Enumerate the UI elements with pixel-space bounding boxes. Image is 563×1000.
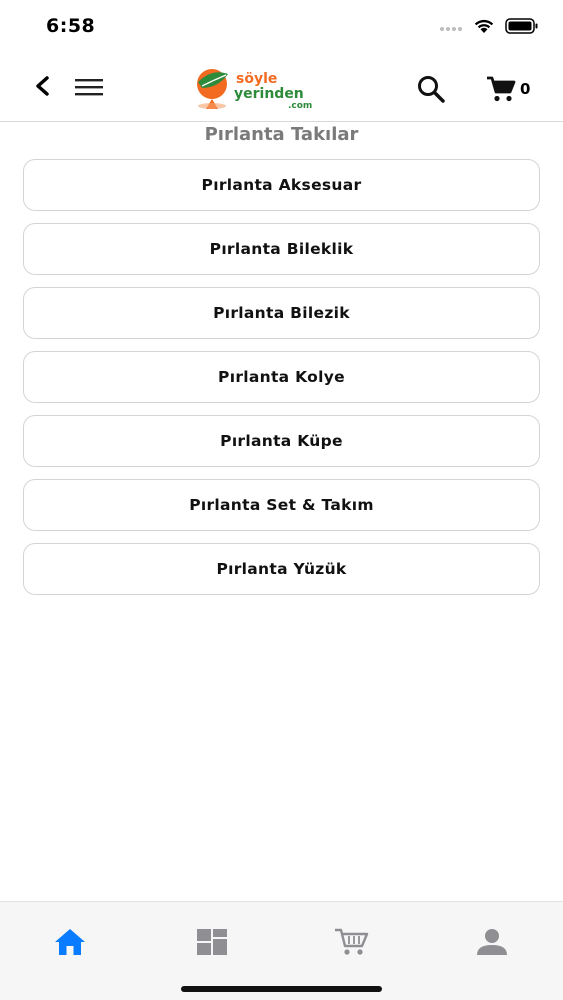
- page-title: Pırlanta Takılar: [204, 124, 359, 145]
- status-bar: 6:58: [0, 0, 563, 56]
- category-item-aksesuar[interactable]: Pırlanta Aksesuar: [23, 159, 540, 211]
- cart-button[interactable]: 0: [486, 74, 534, 104]
- battery-icon: [505, 18, 538, 34]
- cart-count-badge: 0: [520, 80, 531, 98]
- cart-icon: [335, 928, 369, 955]
- category-item-set-takim[interactable]: Pırlanta Set & Takım: [23, 479, 540, 531]
- search-button[interactable]: [416, 74, 446, 104]
- logo-text-line3: .com: [288, 101, 312, 111]
- tab-profile[interactable]: [472, 922, 512, 962]
- logo-text-line1: söyle: [236, 71, 277, 87]
- profile-icon: [477, 929, 507, 955]
- tab-bar: [0, 901, 563, 1000]
- tab-cart[interactable]: [332, 922, 372, 962]
- shopping-cart-icon: [487, 76, 516, 102]
- logo[interactable]: söyle yerinden .com: [190, 62, 320, 112]
- tab-categories[interactable]: [192, 922, 232, 962]
- nav-bar: söyle yerinden .com 0: [0, 56, 563, 122]
- category-item-yuzuk[interactable]: Pırlanta Yüzük: [23, 543, 540, 595]
- wifi-icon: [474, 19, 494, 33]
- tab-home[interactable]: [50, 922, 90, 962]
- category-item-kupe[interactable]: Pırlanta Küpe: [23, 415, 540, 467]
- category-item-kolye[interactable]: Pırlanta Kolye: [23, 351, 540, 403]
- logo-mark: söyle yerinden .com: [197, 69, 312, 111]
- menu-button[interactable]: [74, 76, 104, 98]
- chevron-left-icon: [36, 76, 49, 96]
- status-icons: [439, 18, 539, 34]
- hamburger-icon: [75, 79, 103, 96]
- home-icon: [55, 929, 85, 955]
- signal-icon: [440, 27, 462, 31]
- category-item-bilezik[interactable]: Pırlanta Bilezik: [23, 287, 540, 339]
- search-icon: [418, 76, 445, 103]
- back-button[interactable]: [32, 74, 54, 98]
- category-item-bileklik[interactable]: Pırlanta Bileklik: [23, 223, 540, 275]
- status-time: 6:58: [46, 15, 96, 37]
- logo-text-line2: yerinden: [234, 86, 304, 102]
- category-list: Pırlanta Aksesuar Pırlanta Bileklik Pırl…: [23, 159, 540, 607]
- categories-icon: [197, 929, 227, 955]
- home-indicator: [181, 986, 382, 992]
